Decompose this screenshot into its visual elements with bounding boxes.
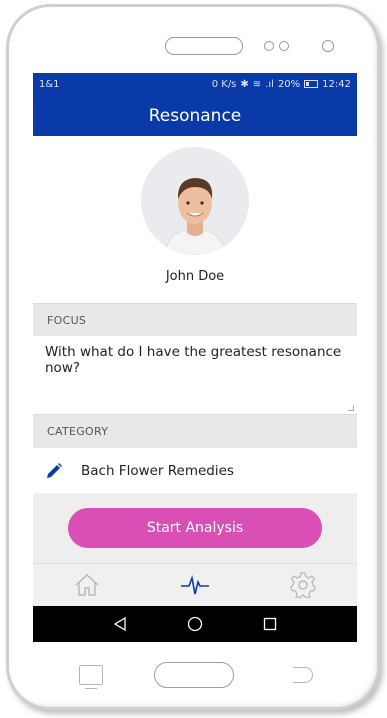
start-analysis-button[interactable]: Start Analysis	[68, 508, 322, 548]
clock: 12:42	[322, 78, 351, 90]
user-name: John Doe	[165, 269, 225, 284]
category-selector[interactable]: Bach Flower Remedies	[33, 447, 357, 493]
category-header: CATEGORY	[33, 414, 357, 447]
nav-analysis[interactable]	[175, 568, 215, 602]
profile-section: John Doe	[33, 136, 357, 303]
bottom-nav	[33, 563, 357, 606]
status-icons: 0 K/s ✱ ≋ .ıl 20% 12:42	[212, 79, 351, 90]
front-sensor	[264, 41, 274, 51]
resize-handle[interactable]	[348, 405, 354, 411]
pulse-icon	[181, 575, 209, 595]
bluetooth-icon: ✱	[240, 78, 249, 90]
hardware-back-button[interactable]	[293, 667, 313, 683]
app-screen: 1&1 0 K/s ✱ ≋ .ıl 20% 12:42 Resonance Jo…	[33, 73, 357, 646]
battery-percent: 20%	[277, 78, 301, 90]
page-title: Resonance	[148, 105, 242, 126]
focus-header: FOCUS	[33, 303, 357, 336]
hardware-home-button[interactable]	[154, 662, 234, 688]
hardware-recents-button[interactable]	[79, 665, 103, 689]
carrier-label: 1&1	[39, 78, 60, 90]
net-speed: 0 K/s	[211, 78, 237, 90]
category-value: Bach Flower Remedies	[81, 462, 234, 479]
home-icon	[75, 574, 99, 596]
earpiece-speaker	[165, 37, 243, 55]
status-bar: 1&1 0 K/s ✱ ≋ .ıl 20% 12:42	[33, 73, 357, 95]
home-circle-icon	[187, 616, 203, 632]
person-portrait-icon	[164, 178, 226, 255]
system-nav-bar	[33, 606, 357, 642]
front-sensor	[279, 41, 289, 51]
system-home-button[interactable]	[180, 609, 210, 639]
avatar[interactable]	[141, 147, 249, 255]
focus-text: With what do I have the greatest resonan…	[45, 344, 342, 376]
action-area: Start Analysis	[33, 493, 357, 563]
signal-icon: .ıl	[265, 78, 274, 90]
system-back-button[interactable]	[105, 609, 135, 639]
recents-square-icon	[263, 617, 276, 631]
back-triangle-icon	[114, 617, 126, 631]
focus-textarea[interactable]: With what do I have the greatest resonan…	[33, 336, 357, 414]
app-bar: Resonance	[33, 95, 357, 136]
wifi-icon: ≋	[252, 78, 262, 90]
front-camera	[322, 40, 334, 52]
pencil-icon	[47, 462, 62, 478]
system-recents-button[interactable]	[255, 609, 285, 639]
gear-icon	[290, 572, 316, 599]
nav-home[interactable]	[67, 568, 107, 602]
battery-icon	[304, 80, 319, 88]
nav-settings[interactable]	[283, 568, 323, 602]
